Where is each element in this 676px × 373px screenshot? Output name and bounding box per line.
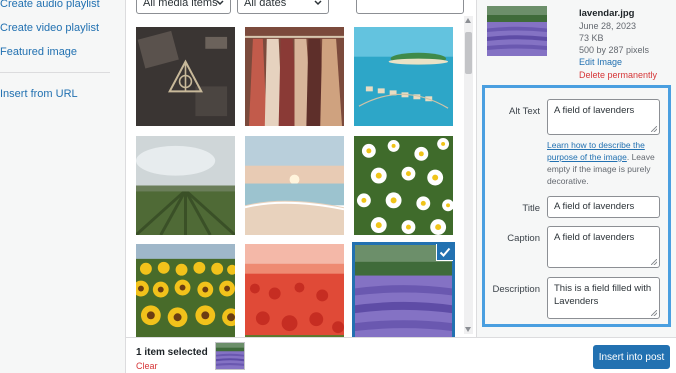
alt-text-help: Learn how to describe the purpose of the… bbox=[547, 140, 667, 188]
alt-text-label: Alt Text bbox=[509, 106, 540, 117]
menu-item-create-audio-playlist[interactable]: Create audio playlist bbox=[0, 0, 100, 10]
attachment-date: June 28, 2023 bbox=[579, 21, 637, 31]
menu-item-featured-image[interactable]: Featured image bbox=[0, 46, 77, 58]
delete-permanently-link[interactable]: Delete permanently bbox=[579, 70, 657, 80]
scrollbar-thumb[interactable] bbox=[465, 32, 472, 74]
attachment-dimensions: 500 by 287 pixels bbox=[579, 45, 650, 55]
menu-item-create-video-playlist[interactable]: Create video playlist bbox=[0, 22, 99, 34]
resize-handle-icon[interactable] bbox=[651, 310, 657, 316]
tropical-resort-photo-icon bbox=[354, 27, 453, 126]
attachment-filesize: 73 KB bbox=[579, 33, 604, 43]
menu-separator bbox=[0, 72, 110, 73]
media-item-lavender-field[interactable] bbox=[352, 242, 455, 345]
beach-sunset-photo-icon bbox=[245, 136, 344, 235]
media-item-dark-flatlay[interactable] bbox=[136, 27, 235, 126]
date-filter-value: All dates bbox=[244, 0, 287, 9]
description-field[interactable]: This is a field filled with Lavenders bbox=[547, 277, 660, 319]
media-item-vineyard[interactable] bbox=[136, 136, 235, 235]
daisy-field-photo-icon bbox=[354, 136, 453, 235]
attachment-preview-thumbnail bbox=[487, 6, 547, 56]
date-filter[interactable]: All dates bbox=[237, 0, 329, 14]
title-value: A field of lavenders bbox=[554, 201, 635, 212]
media-item-clothing-rack[interactable] bbox=[245, 27, 344, 126]
clear-selection-link[interactable]: Clear bbox=[136, 361, 158, 371]
media-item-daisy-field[interactable] bbox=[354, 136, 453, 235]
description-label: Description bbox=[492, 284, 540, 295]
resize-handle-icon[interactable] bbox=[651, 126, 657, 132]
media-item-beach-sunset[interactable] bbox=[245, 136, 344, 235]
media-search-input[interactable] bbox=[356, 0, 464, 14]
attachment-filename: lavendar.jpg bbox=[579, 8, 635, 19]
selected-item-thumbnail[interactable] bbox=[215, 342, 245, 370]
media-item-tropical-resort[interactable] bbox=[354, 27, 453, 126]
description-value: This is a field filled with Lavenders bbox=[554, 283, 652, 307]
media-footer-bar: 1 item selected Clear Insert into post bbox=[126, 337, 676, 373]
clothing-rack-photo-icon bbox=[245, 27, 344, 126]
dark-flatlay-photo-icon bbox=[136, 27, 235, 126]
title-label: Title bbox=[522, 203, 540, 214]
chevron-down-icon bbox=[314, 0, 322, 6]
chevron-down-icon bbox=[216, 0, 224, 6]
scroll-down-icon[interactable] bbox=[465, 327, 471, 332]
menu-item-insert-from-url[interactable]: Insert from URL bbox=[0, 88, 78, 100]
media-type-filter-value: All media items bbox=[143, 0, 218, 9]
sunflower-field-photo-icon bbox=[136, 244, 235, 343]
alt-text-value: A field of lavenders bbox=[554, 105, 635, 116]
insert-into-post-button[interactable]: Insert into post bbox=[593, 345, 670, 369]
media-grid-scrollbar[interactable] bbox=[464, 16, 473, 334]
edit-image-link[interactable]: Edit Image bbox=[579, 57, 622, 67]
checkmark-icon[interactable] bbox=[437, 244, 453, 260]
selected-count: 1 item selected bbox=[136, 347, 208, 358]
scroll-up-icon[interactable] bbox=[465, 18, 471, 23]
poppy-field-photo-icon bbox=[245, 244, 344, 343]
media-type-filter[interactable]: All media items bbox=[136, 0, 231, 14]
caption-field[interactable]: A field of lavenders bbox=[547, 226, 660, 268]
media-item-poppy-field[interactable] bbox=[245, 244, 344, 343]
title-field[interactable]: A field of lavenders bbox=[547, 196, 660, 218]
resize-handle-icon[interactable] bbox=[651, 259, 657, 265]
vineyard-photo-icon bbox=[136, 136, 235, 235]
caption-value: A field of lavenders bbox=[554, 232, 635, 243]
media-left-menu: Create audio playlist Create video playl… bbox=[0, 0, 126, 373]
media-item-sunflower-field[interactable] bbox=[136, 244, 235, 343]
caption-label: Caption bbox=[507, 233, 540, 244]
alt-text-field[interactable]: A field of lavenders bbox=[547, 99, 660, 135]
